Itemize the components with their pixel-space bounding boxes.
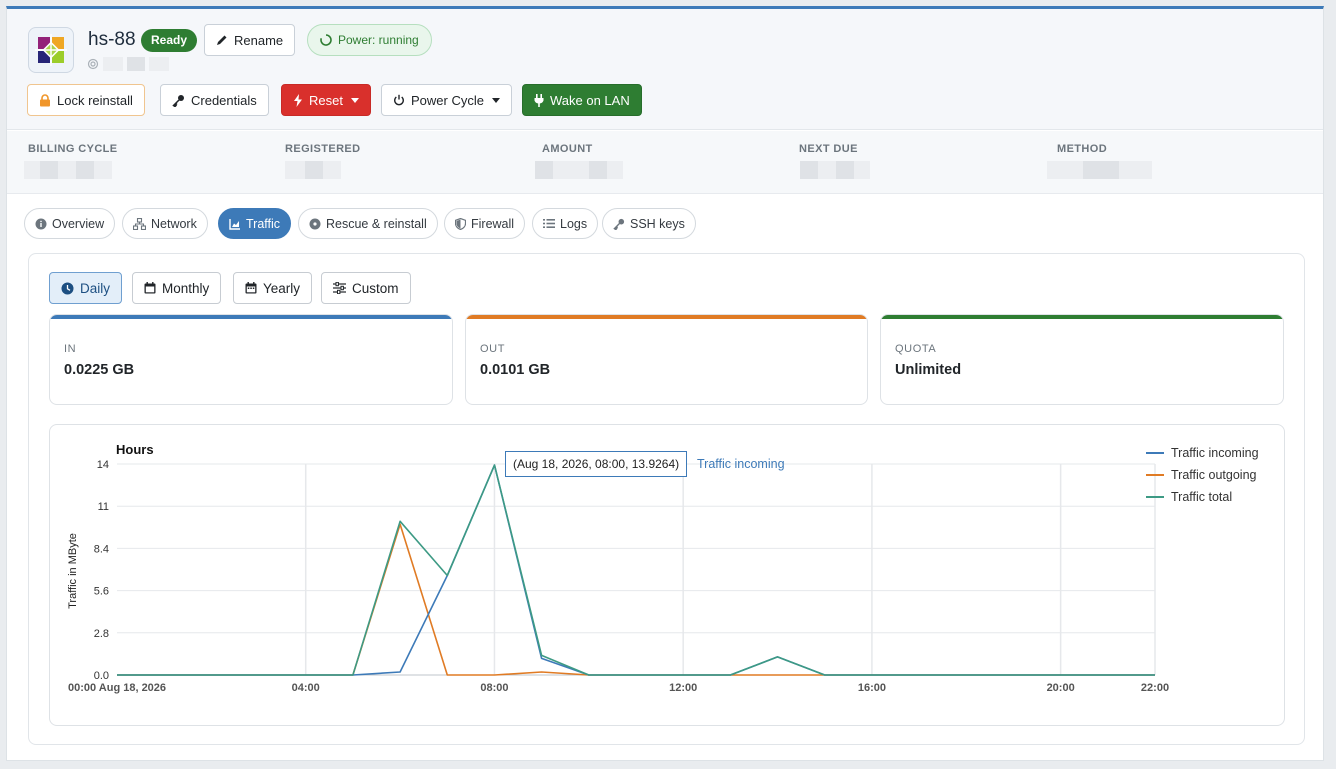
status-badge: Ready <box>141 29 198 52</box>
tab-overview[interactable]: Overview <box>24 208 116 239</box>
amount-field: AMOUNT <box>535 143 623 179</box>
pencil-icon <box>217 35 227 45</box>
server-hostname: hs-88 <box>88 29 136 50</box>
stat-card-in: IN 0.0225 GB <box>49 314 453 405</box>
y-tick-label: 11 <box>98 501 109 513</box>
stat-in-value: 0.0225 GB <box>64 362 135 378</box>
server-panel: hs-88 Ready Rename Power: running Lock r… <box>6 6 1324 761</box>
redacted-value <box>1047 161 1152 179</box>
x-tick-label: 00:00 Aug 18, 2026 <box>68 682 166 694</box>
stat-accent-bar <box>50 315 452 319</box>
billing-cycle-field: BILLING CYCLE <box>24 143 118 179</box>
plug-icon <box>534 93 544 107</box>
legend-swatch <box>1146 474 1164 476</box>
legend-item-traffic-outgoing[interactable]: Traffic outgoing <box>1146 467 1256 483</box>
power-icon <box>394 94 404 106</box>
billing-info-row: BILLING CYCLE REGISTERED AMOUNT NEXT DUE… <box>7 131 1323 194</box>
traffic-card: Daily Monthly Yearly Custom IN 0.0225 GB… <box>28 253 1305 745</box>
disc-icon <box>309 218 321 229</box>
legend-item-traffic-total[interactable]: Traffic total <box>1146 489 1232 505</box>
lock-icon <box>40 93 50 106</box>
reset-dropdown-button[interactable]: Reset <box>281 84 371 116</box>
calendar-icon <box>245 282 257 294</box>
registered-field: REGISTERED <box>285 143 361 179</box>
chart-tooltip-series-label: Traffic incoming <box>697 457 785 471</box>
bolt-icon <box>294 93 302 107</box>
list-icon <box>543 219 555 228</box>
x-tick-label: 22:00 <box>1141 682 1169 694</box>
power-cycle-dropdown-button[interactable]: Power Cycle <box>381 84 512 116</box>
spinner-icon <box>320 34 332 46</box>
tab-firewall[interactable]: Firewall <box>444 208 526 239</box>
series-line-traffic-incoming[interactable] <box>117 464 1155 676</box>
x-tick-label: 04:00 <box>292 682 320 694</box>
network-icon <box>133 217 146 230</box>
legend-item-traffic-incoming[interactable]: Traffic incoming <box>1146 445 1259 461</box>
key-icon <box>613 218 625 230</box>
rename-button[interactable]: Rename <box>204 24 296 56</box>
server-header: hs-88 Ready Rename Power: running Lock r… <box>7 9 1323 130</box>
redacted-value <box>24 161 118 179</box>
y-tick-label: 8.4 <box>94 543 109 555</box>
y-tick-label: 5.6 <box>94 586 109 598</box>
key-icon <box>172 94 184 107</box>
next-due-field: NEXT DUE <box>799 143 870 179</box>
x-tick-label: 16:00 <box>858 682 886 694</box>
x-tick-label: 12:00 <box>669 682 697 694</box>
y-tick-label: 14 <box>97 459 109 471</box>
stat-accent-bar <box>466 315 867 319</box>
credentials-button[interactable]: Credentials <box>160 84 269 116</box>
chart-area-icon <box>229 218 240 230</box>
chart-y-axis-label: Traffic in MByte <box>67 533 79 609</box>
fingerprint-icon <box>87 58 99 70</box>
stat-card-out: OUT 0.0101 GB <box>465 314 868 405</box>
y-tick-label: 0.0 <box>94 670 109 682</box>
period-daily-button[interactable]: Daily <box>49 272 123 304</box>
caret-down-icon <box>491 97 500 103</box>
x-tick-label: 20:00 <box>1047 682 1075 694</box>
os-logo <box>28 27 74 73</box>
tab-logs[interactable]: Logs <box>532 208 599 239</box>
legend-swatch <box>1146 496 1164 498</box>
wake-on-lan-button[interactable]: Wake on LAN <box>522 84 642 116</box>
info-circle-icon <box>35 218 47 229</box>
sliders-icon <box>333 282 346 294</box>
shield-icon <box>455 217 466 230</box>
redacted-value <box>799 161 870 179</box>
method-field: METHOD <box>1047 143 1152 179</box>
redacted-value <box>535 161 623 179</box>
period-custom-button[interactable]: Custom <box>321 272 411 304</box>
stat-accent-bar <box>881 315 1283 319</box>
stat-card-quota: QUOTA Unlimited <box>880 314 1284 405</box>
chart-title: Hours <box>116 442 154 457</box>
tab-rescue-reinstall[interactable]: Rescue & reinstall <box>298 208 438 239</box>
chart-tooltip: (Aug 18, 2026, 08:00, 13.9264) <box>505 451 688 477</box>
x-tick-label: 08:00 <box>480 682 508 694</box>
stat-quota-value: Unlimited <box>895 362 962 378</box>
series-line-traffic-total[interactable] <box>117 464 1155 676</box>
series-line-traffic-outgoing[interactable] <box>117 523 1155 676</box>
lock-reinstall-button[interactable]: Lock reinstall <box>27 84 145 116</box>
clock-icon <box>61 282 74 294</box>
period-yearly-button[interactable]: Yearly <box>233 272 313 304</box>
redacted-value <box>285 161 361 179</box>
legend-swatch <box>1146 452 1164 454</box>
period-monthly-button[interactable]: Monthly <box>132 272 222 304</box>
y-tick-label: 2.8 <box>94 628 109 640</box>
tab-ssh-keys[interactable]: SSH keys <box>602 208 696 239</box>
tab-traffic[interactable]: Traffic <box>218 208 292 239</box>
ip-address-redacted <box>87 57 169 71</box>
power-status-pill: Power: running <box>307 24 432 56</box>
caret-down-icon <box>350 97 359 103</box>
stat-out-value: 0.0101 GB <box>480 362 551 378</box>
traffic-chart-card: 0.0 2.8 5.6 8.4 11 14 00:00 Aug 18, 2026 04:00 0… <box>49 424 1285 726</box>
calendar-icon <box>144 282 156 294</box>
tab-network[interactable]: Network <box>122 208 208 239</box>
